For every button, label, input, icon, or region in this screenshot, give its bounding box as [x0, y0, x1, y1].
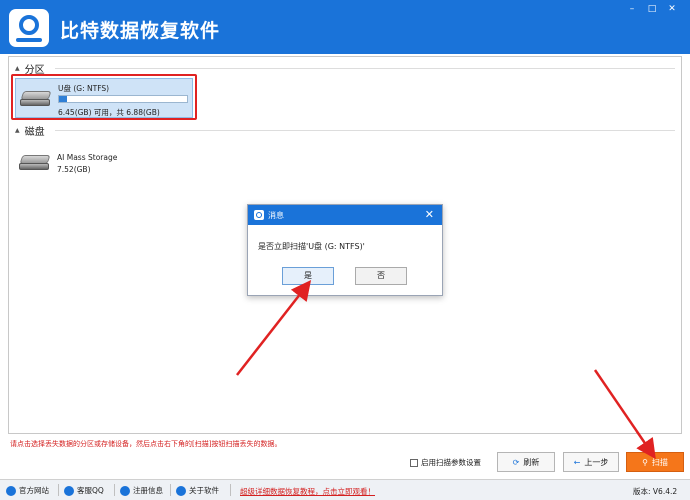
scan-confirm-dialog: 消息 ✕ 是否立即扫描'U盘 (G: NTFS)' 是 否 — [247, 204, 443, 296]
about-software-label: 关于软件 — [189, 486, 219, 495]
checkbox-icon[interactable] — [410, 458, 418, 467]
registration-info-link[interactable]: 注册信息 — [120, 485, 163, 496]
dialog-close-icon[interactable]: ✕ — [425, 208, 434, 221]
scan-button[interactable]: ⚲ 扫描 — [626, 452, 684, 472]
user-icon — [120, 485, 130, 496]
registration-info-label: 注册信息 — [133, 486, 163, 495]
status-bar: 官方网站 客服QQ 注册信息 关于软件 超级详细数据恢复教程，点击立即观看！ 版… — [0, 479, 690, 500]
drive-size: 7.52(GB) — [57, 165, 91, 174]
arrow-left-icon: ← — [573, 457, 581, 467]
previous-step-label: 上一步 — [584, 457, 609, 467]
disk-section-header[interactable]: ▲ 磁盘 — [15, 123, 675, 138]
annotation-highlight-box — [11, 74, 197, 120]
app-logo-icon — [254, 210, 264, 220]
drive-item-mass-storage[interactable]: AI Mass Storage 7.52(GB) — [15, 143, 193, 183]
official-website-link[interactable]: 官方网站 — [6, 485, 49, 496]
collapse-triangle-icon[interactable]: ▲ — [15, 65, 20, 72]
official-website-label: 官方网站 — [19, 486, 49, 495]
support-qq-label: 客服QQ — [77, 486, 104, 495]
about-software-link[interactable]: 关于软件 — [176, 485, 219, 496]
chat-icon — [64, 485, 74, 496]
title-bar: 比特数据恢复软件 – □ ✕ — [0, 0, 690, 54]
drive-name: AI Mass Storage — [57, 153, 118, 162]
dialog-title: 消息 — [268, 211, 284, 220]
version-label: 版本: V6.4.2 — [633, 487, 678, 496]
maximize-button[interactable]: □ — [644, 3, 660, 15]
tutorial-promo-link[interactable]: 超级详细数据恢复教程，点击立即观看！ — [240, 486, 375, 497]
scan-label: 扫描 — [651, 457, 668, 467]
no-button[interactable]: 否 — [355, 267, 407, 285]
info-icon — [176, 485, 186, 496]
refresh-button[interactable]: ⟳ 刷新 — [497, 452, 555, 472]
dialog-message: 是否立即扫描'U盘 (G: NTFS)' — [258, 242, 365, 251]
scan-settings-label: 启用扫描参数设置 — [421, 458, 481, 467]
close-button[interactable]: ✕ — [664, 3, 680, 15]
instruction-hint: 请点击选择丢失数据的分区或存储设备，然后点击右下角的[扫描]按钮扫描丢失的数据。 — [10, 440, 282, 448]
scan-settings-checkbox[interactable]: 启用扫描参数设置 — [410, 457, 481, 468]
app-title: 比特数据恢复软件 — [60, 20, 221, 42]
minimize-button[interactable]: – — [624, 3, 640, 15]
previous-step-button[interactable]: ← 上一步 — [563, 452, 619, 472]
dialog-title-bar: 消息 ✕ — [248, 205, 442, 225]
support-qq-link[interactable]: 客服QQ — [64, 485, 104, 496]
refresh-icon: ⟳ — [512, 457, 520, 467]
search-icon: ⚲ — [642, 457, 648, 467]
app-logo-icon — [9, 9, 49, 47]
yes-button[interactable]: 是 — [282, 267, 334, 285]
refresh-label: 刷新 — [523, 457, 540, 467]
hard-drive-icon — [19, 155, 51, 171]
partition-section-header[interactable]: ▲ 分区 — [15, 61, 675, 76]
collapse-triangle-icon[interactable]: ▲ — [15, 127, 20, 134]
disk-section-label: 磁盘 — [24, 126, 45, 138]
home-icon — [6, 485, 16, 496]
